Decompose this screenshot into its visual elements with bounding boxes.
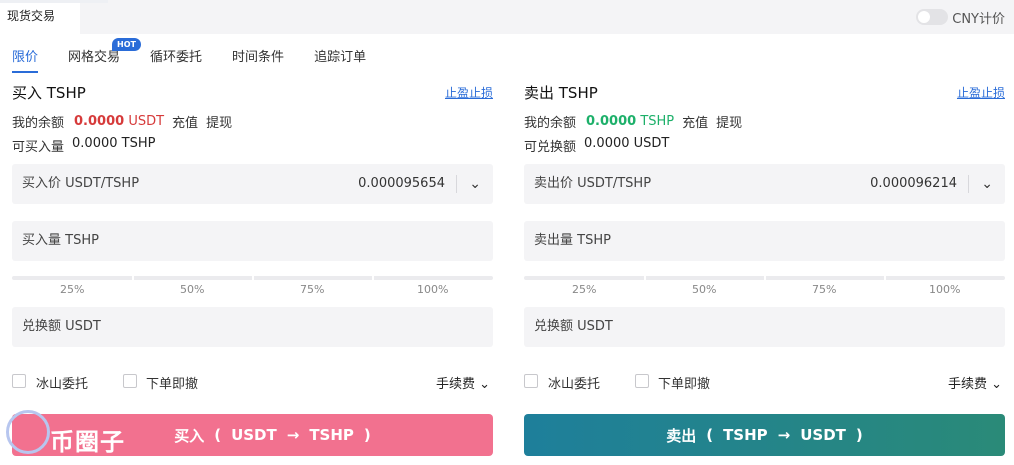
sell-balance-row: 我的余额 0.0000 TSHP 充值 提现 (524, 112, 742, 131)
chevron-down-icon[interactable]: ⌄ (469, 164, 481, 204)
tab-cyclic-order[interactable]: 循环委托 (150, 46, 202, 68)
hot-badge: HOT (112, 38, 141, 51)
order-type-tabs: 限价 网格交易 HOT 循环委托 时间条件 追踪订单 (12, 38, 396, 73)
percent-100[interactable]: 100% (929, 283, 960, 296)
percent-25[interactable]: 25% (572, 283, 596, 296)
buy-submit-button[interactable]: 买入 ( USDT → TSHP ) (12, 414, 493, 456)
sell-available-label: 可兑换额 (524, 140, 577, 155)
buy-iceberg-label: 冰山委托 (36, 377, 89, 392)
buy-amount-label: 买入量 TSHP (22, 233, 99, 248)
cny-pricing-toggle-group[interactable]: CNY计价 (916, 7, 1005, 27)
paren-close: ) (363, 426, 371, 444)
buy-amount-input[interactable]: 买入量 TSHP (12, 221, 493, 261)
sell-price-label: 卖出价 USDT/TSHP (534, 176, 652, 191)
slider-tick (764, 276, 766, 280)
buy-balance-row: 我的余额 0.0000 USDT 充值 提现 (12, 112, 232, 131)
sell-button-to: USDT (800, 426, 846, 444)
buy-available-row: 可买入量 0.0000 TSHP (12, 136, 155, 155)
sell-percent-slider[interactable] (524, 276, 1005, 280)
slider-tick (644, 276, 646, 280)
sell-total-label: 兑换额 USDT (534, 319, 613, 334)
buy-fee-dropdown[interactable]: 手续费 ⌄ (436, 373, 490, 392)
buy-total-input[interactable]: 兑换额 USDT (12, 307, 493, 347)
buy-available-label: 可买入量 (12, 140, 65, 155)
sell-balance-unit: TSHP (640, 114, 675, 129)
sell-button-from: TSHP (723, 426, 768, 444)
sell-price-value[interactable]: 0.000096214 (870, 164, 957, 204)
sell-total-input[interactable]: 兑换额 USDT (524, 307, 1005, 347)
chevron-down-icon: ⌄ (474, 377, 490, 392)
chevron-down-icon[interactable]: ⌄ (981, 164, 993, 204)
sell-amount-label: 卖出量 TSHP (534, 233, 611, 248)
buy-ioc-label: 下单即撤 (146, 377, 199, 392)
chevron-down-icon: ⌄ (986, 377, 1002, 392)
slider-tick (132, 276, 134, 280)
buy-price-input[interactable]: 买入价 USDT/TSHP 0.000095654 ⌄ (12, 164, 493, 204)
buy-title: 买入 TSHP (12, 84, 86, 102)
sell-available-value: 0.0000 USDT (584, 136, 670, 151)
tab-limit[interactable]: 限价 (12, 46, 39, 73)
tab-time-condition[interactable]: 时间条件 (232, 46, 284, 68)
buy-button-from: USDT (231, 426, 277, 444)
percent-75[interactable]: 75% (300, 283, 324, 296)
sell-submit-button[interactable]: 卖出 ( TSHP → USDT ) (524, 414, 1005, 456)
sell-available-row: 可兑换额 0.0000 USDT (524, 136, 669, 155)
buy-balance-unit: USDT (128, 114, 165, 129)
buy-iceberg-checkbox[interactable] (12, 374, 26, 388)
sell-stop-profit-loss-link[interactable]: 止盈止损 (957, 84, 1005, 101)
slider-tick (252, 276, 254, 280)
buy-percent-slider[interactable] (12, 276, 493, 280)
percent-50[interactable]: 50% (180, 283, 204, 296)
percent-75[interactable]: 75% (812, 283, 836, 296)
paren-open: ( (706, 426, 714, 444)
sell-ioc-checkbox[interactable] (635, 374, 649, 388)
buy-button-action: 买入 (174, 426, 205, 445)
percent-50[interactable]: 50% (692, 283, 716, 296)
sell-iceberg-checkbox[interactable] (524, 374, 538, 388)
tab-spot-trading[interactable]: 现货交易 (0, 0, 108, 34)
cny-toggle-switch[interactable] (916, 9, 949, 25)
sell-title: 卖出 TSHP (524, 84, 598, 102)
buy-total-label: 兑换额 USDT (22, 319, 101, 334)
tab-trailing-order[interactable]: 追踪订单 (314, 46, 366, 68)
buy-options-row: 冰山委托 下单即撤 手续费 ⌄ (12, 373, 493, 392)
divider (456, 175, 457, 193)
sell-options-row: 冰山委托 下单即撤 手续费 ⌄ (524, 373, 1005, 392)
sell-withdraw-link[interactable]: 提现 (716, 112, 742, 131)
arrow-right-icon: → (777, 426, 791, 444)
buy-percent-labels: 25% 50% 75% 100% (12, 283, 493, 297)
buy-button-to: TSHP (309, 426, 354, 444)
slider-tick (884, 276, 886, 280)
paren-open: ( (214, 426, 222, 444)
sell-button-action: 卖出 (666, 426, 697, 445)
buy-price-label: 买入价 USDT/TSHP (22, 176, 140, 191)
buy-withdraw-link[interactable]: 提现 (206, 112, 232, 131)
cny-label: CNY计价 (952, 11, 1005, 27)
sell-fee-dropdown[interactable]: 手续费 ⌄ (948, 373, 1002, 392)
top-bar: 现货交易 CNY计价 (0, 0, 1014, 34)
buy-ioc-checkbox[interactable] (123, 374, 137, 388)
arrow-right-icon: → (286, 426, 300, 444)
percent-25[interactable]: 25% (60, 283, 84, 296)
sell-deposit-link[interactable]: 充值 (682, 112, 708, 131)
buy-price-value[interactable]: 0.000095654 (358, 164, 445, 204)
sell-iceberg-label: 冰山委托 (548, 377, 601, 392)
sell-amount-input[interactable]: 卖出量 TSHP (524, 221, 1005, 261)
sell-balance-label: 我的余额 (524, 116, 577, 131)
buy-stop-profit-loss-link[interactable]: 止盈止损 (445, 84, 493, 101)
buy-balance-label: 我的余额 (12, 116, 65, 131)
buy-deposit-link[interactable]: 充值 (172, 112, 198, 131)
sell-ioc-label: 下单即撤 (658, 377, 711, 392)
percent-100[interactable]: 100% (417, 283, 448, 296)
slider-tick (372, 276, 374, 280)
sell-percent-labels: 25% 50% 75% 100% (524, 283, 1005, 297)
sell-price-input[interactable]: 卖出价 USDT/TSHP 0.000096214 ⌄ (524, 164, 1005, 204)
tab-grid-trading[interactable]: 网格交易 HOT (68, 38, 141, 68)
divider (968, 175, 969, 193)
sell-balance-amount: 0.0000 (586, 114, 637, 129)
paren-close: ) (855, 426, 863, 444)
buy-available-value: 0.0000 TSHP (72, 136, 156, 151)
buy-balance-amount: 0.0000 (74, 114, 125, 129)
